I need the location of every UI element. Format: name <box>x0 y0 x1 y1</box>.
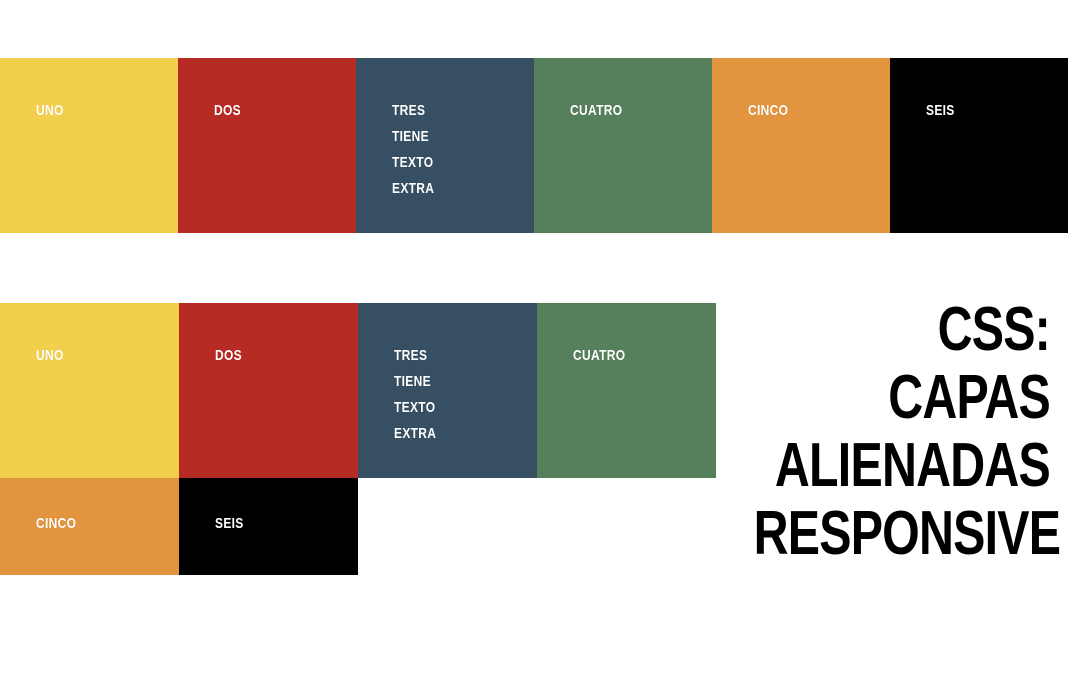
page-title-line-3: ALIENADAS <box>774 431 1051 500</box>
layout-cell-label: SEIS <box>215 515 244 532</box>
layout-demo-row-wrapped: UNO DOS TRES TIENE TEXTO EXTRA CUATRO CI… <box>0 303 716 575</box>
layout-cell-label: SEIS <box>926 102 955 119</box>
layout-cell-label: UNO <box>36 102 64 119</box>
layout-cell-label: CUATRO <box>570 102 623 119</box>
layout-cell-dos[interactable]: DOS <box>179 303 358 478</box>
page-title-line-4: RESPONSIVE <box>753 499 1061 568</box>
layout-demo-row-single-line: UNO DOS TRES TIENE TEXTO EXTRA CUATRO CI… <box>0 58 1068 233</box>
layout-cell-seis[interactable]: SEIS <box>890 58 1068 233</box>
layout-cell-label: DOS <box>215 347 242 364</box>
layout-cell-cinco[interactable]: CINCO <box>0 478 179 575</box>
layout-cell-uno[interactable]: UNO <box>0 58 178 233</box>
layout-cell-tres[interactable]: TRES TIENE TEXTO EXTRA <box>358 303 537 478</box>
layout-cell-label: CINCO <box>36 515 77 532</box>
page-title-line-1: CSS: <box>937 295 1051 364</box>
layout-cell-label: TRES TIENE TEXTO EXTRA <box>394 347 437 442</box>
layout-cell-seis[interactable]: SEIS <box>179 478 358 575</box>
slide-canvas: UNO DOS TRES TIENE TEXTO EXTRA CUATRO CI… <box>0 0 1080 675</box>
layout-cell-label: CUATRO <box>573 347 626 364</box>
layout-cell-label: CINCO <box>748 102 789 119</box>
layout-cell-dos[interactable]: DOS <box>178 58 356 233</box>
page-title-line-2: CAPAS <box>888 363 1051 432</box>
layout-cell-cuatro[interactable]: CUATRO <box>534 58 712 233</box>
layout-cell-uno[interactable]: UNO <box>0 303 179 478</box>
layout-cell-cinco[interactable]: CINCO <box>712 58 890 233</box>
layout-cell-label: TRES TIENE TEXTO EXTRA <box>392 102 435 197</box>
page-title: CSS: CAPAS ALIENADAS RESPONSIVE <box>670 295 1061 568</box>
layout-cell-label: DOS <box>214 102 241 119</box>
layout-cell-label: UNO <box>36 347 64 364</box>
layout-cell-tres[interactable]: TRES TIENE TEXTO EXTRA <box>356 58 534 233</box>
